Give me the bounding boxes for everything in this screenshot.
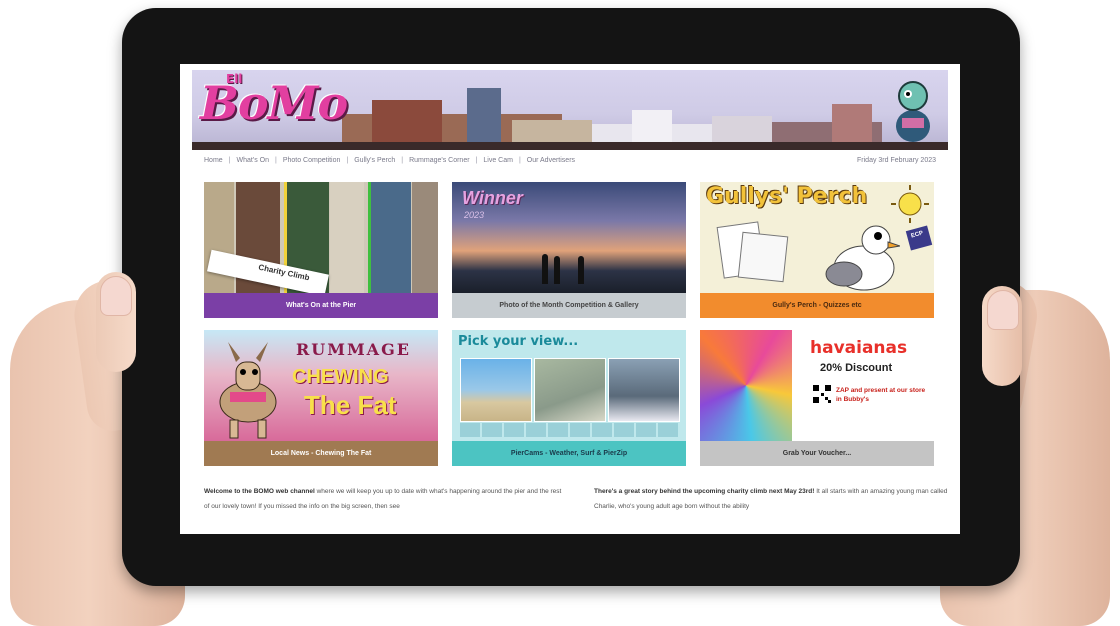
tile-voucher[interactable]: havaianas 20% Discount ZAP and present a… [700, 330, 934, 466]
nav-whats-on[interactable]: What's On [237, 157, 269, 164]
tablet-device: Ell BoMo Home | What's On | Photo Competit… [122, 8, 1020, 586]
flip-flops-pattern [700, 330, 792, 441]
tile-caption: What's On at the Pier [204, 293, 438, 318]
winner-year: 2023 [464, 210, 485, 220]
climbing-wall-image: Charity Climb [204, 182, 438, 293]
seagull-icon [825, 225, 900, 291]
nav-gullys-perch[interactable]: Gully's Perch [354, 157, 395, 164]
right-thumb-overlay [982, 286, 1022, 386]
skyline-ground [192, 142, 948, 150]
the-fat-title: The Fat [304, 390, 397, 420]
pick-your-view-title: Pick your view... [458, 334, 579, 349]
qr-code-icon [812, 384, 832, 404]
left-thumb-overlay [96, 272, 136, 372]
havaianas-brand: havaianas [810, 338, 908, 358]
nav-live-cam[interactable]: Live Cam [483, 157, 513, 164]
piercams-image: Pick your view... [452, 330, 686, 441]
nav-rummages-corner[interactable]: Rummage's Corner [409, 157, 469, 164]
nav-advertisers[interactable]: Our Advertisers [527, 157, 575, 164]
current-date: Friday 3rd February 2023 [857, 156, 936, 164]
winner-label: Winner [462, 188, 523, 208]
gullys-perch-title: Gullys' Perch [706, 184, 868, 209]
discount-text: 20% Discount [820, 362, 893, 374]
tile-caption: Local News - Chewing The Fat [204, 441, 438, 466]
tile-caption: Photo of the Month Competition & Gallery [452, 293, 686, 318]
tile-caption: PierCams - Weather, Surf & PierZip [452, 441, 686, 466]
gullys-perch-image: Gullys' Perch ECP [700, 182, 934, 293]
tile-gullys-perch[interactable]: Gullys' Perch ECP Gully's Perch - Quizze… [700, 182, 934, 318]
intro-right-heading[interactable]: There's a great story behind the upcomin… [594, 488, 814, 495]
intro-right: There's a great story behind the upcomin… [594, 484, 954, 514]
chewing-title: CHEWING [292, 366, 389, 388]
tile-photo-competition[interactable]: Winner 2023 Photo of the Month Competiti… [452, 182, 686, 318]
tablet-screen: Ell BoMo Home | What's On | Photo Competit… [180, 64, 960, 534]
intro-left: Welcome to the BOMO web channel where we… [204, 484, 564, 514]
tile-caption: Gully's Perch - Quizzes etc [700, 293, 934, 318]
main-nav: Home | What's On | Photo Competition | Gull… [204, 156, 936, 164]
tile-local-news[interactable]: RUMMAGE CHEWING The Fat Local News - Che… [204, 330, 438, 466]
mascot-icon [896, 81, 930, 142]
skyline-tower [467, 88, 501, 150]
sunset-photo: Winner 2023 [452, 182, 686, 293]
voucher-promo: ZAP and present at our store in Bubby's [836, 387, 926, 403]
site-logo[interactable]: BoMo [200, 76, 348, 130]
surf-cam-thumb[interactable] [534, 358, 606, 422]
rummage-image: RUMMAGE CHEWING The Fat [204, 330, 438, 441]
intro-left-heading: Welcome to the BOMO web channel [204, 488, 315, 495]
beach-cam-thumb[interactable] [460, 358, 532, 422]
pierzip-cam-thumb[interactable] [608, 358, 680, 422]
nav-photo-competition[interactable]: Photo Competition [283, 157, 341, 164]
tile-whats-on[interactable]: Charity Climb What's On at the Pier [204, 182, 438, 318]
site-banner: Ell BoMo [192, 70, 948, 150]
tile-caption: Grab Your Voucher... [700, 441, 934, 466]
rummage-title: RUMMAGE [296, 340, 411, 359]
goat-icon [219, 342, 277, 439]
tile-piercams[interactable]: Pick your view... PierCams - Weather, Su… [452, 330, 686, 466]
nav-home[interactable]: Home [204, 157, 223, 164]
voucher-image: havaianas 20% Discount ZAP and present a… [700, 330, 934, 441]
